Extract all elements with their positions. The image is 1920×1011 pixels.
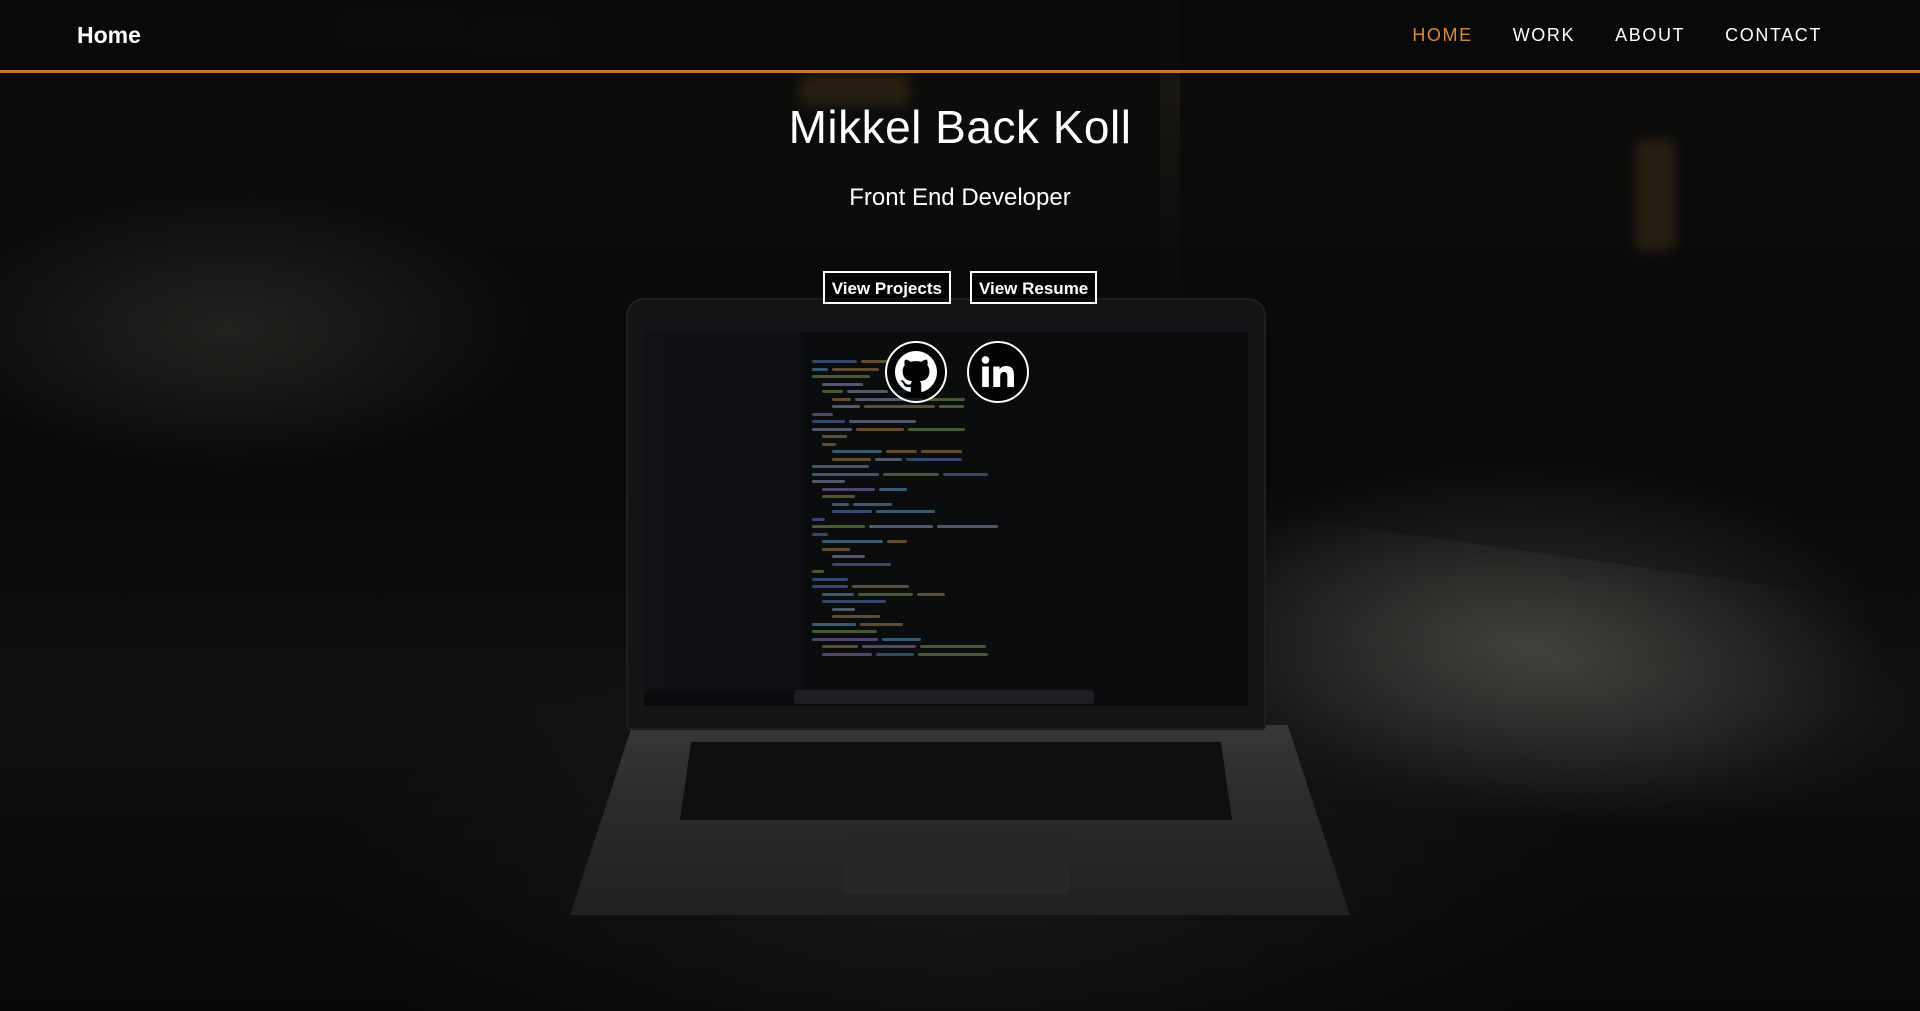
code-line (812, 517, 825, 521)
code-line (822, 495, 855, 498)
editor-activity-bar (644, 332, 666, 692)
code-line (887, 540, 907, 543)
brand-home-link[interactable]: Home (77, 22, 141, 49)
code-line (869, 525, 933, 528)
code-line (822, 540, 883, 543)
code-line (906, 457, 962, 461)
nav-link-work[interactable]: WORK (1513, 25, 1575, 46)
code-line (822, 382, 863, 386)
code-line (822, 547, 850, 551)
code-line (812, 465, 869, 468)
code-line (882, 637, 921, 641)
code-line (812, 532, 828, 536)
code-line (822, 600, 886, 603)
code-line (832, 555, 865, 558)
code-line (812, 637, 878, 641)
laptop-trackpad (845, 832, 1070, 894)
code-line (832, 405, 860, 408)
code-line (812, 420, 845, 423)
code-line (832, 615, 880, 618)
page: Home HOME WORK ABOUT CONTACT Mikkel Back… (0, 0, 1920, 1011)
code-line (832, 562, 891, 566)
code-line (832, 607, 855, 611)
code-line (860, 622, 903, 626)
code-line (858, 592, 913, 596)
code-line (939, 405, 964, 408)
github-icon (895, 351, 937, 392)
code-line (812, 585, 848, 588)
code-line (852, 585, 909, 588)
os-dock (794, 690, 1094, 704)
hero-subtitle: Front End Developer (849, 184, 1071, 211)
code-line (879, 487, 907, 491)
code-line (849, 420, 916, 423)
nav-links: HOME WORK ABOUT CONTACT (1372, 25, 1822, 46)
code-line (921, 450, 962, 453)
code-line (883, 472, 939, 476)
code-line (812, 472, 879, 476)
linkedin-icon (981, 356, 1014, 388)
code-line (812, 622, 856, 626)
linkedin-link[interactable] (967, 341, 1029, 403)
code-line (812, 525, 865, 528)
hero-title: Mikkel Back Koll (788, 101, 1132, 153)
code-line (812, 480, 845, 483)
code-line (812, 360, 857, 363)
code-line (856, 427, 904, 431)
code-line (812, 577, 848, 581)
code-line (812, 570, 824, 573)
nav-link-home[interactable]: HOME (1412, 25, 1472, 46)
nav-link-contact[interactable]: CONTACT (1725, 25, 1822, 46)
code-line (812, 375, 870, 378)
code-line (875, 457, 902, 461)
code-line (918, 652, 988, 656)
code-line (822, 442, 836, 446)
github-link[interactable] (885, 341, 947, 403)
editor-menubar (644, 320, 1248, 332)
code-line (862, 645, 916, 648)
code-line (864, 405, 935, 408)
code-line (832, 397, 851, 401)
view-projects-button[interactable]: View Projects (822, 271, 951, 304)
code-line (847, 390, 888, 393)
code-line (812, 630, 877, 633)
code-line (822, 487, 875, 491)
code-line (822, 435, 847, 438)
code-line (832, 457, 871, 461)
code-line (822, 652, 872, 656)
code-line (853, 502, 892, 506)
code-line (832, 510, 872, 513)
code-line (937, 525, 998, 528)
code-line (886, 450, 917, 453)
editor-explorer (666, 332, 804, 692)
code-line (876, 510, 935, 513)
view-resume-button[interactable]: View Resume (969, 271, 1098, 304)
background-floor (1260, 513, 1920, 867)
code-line (861, 360, 887, 363)
code-line (876, 652, 914, 656)
nav-link-about[interactable]: ABOUT (1615, 25, 1685, 46)
code-line (920, 645, 986, 648)
code-line (917, 592, 945, 596)
code-line (812, 412, 833, 416)
hero-buttons: View Projects View Resume (0, 271, 1920, 304)
navbar: Home HOME WORK ABOUT CONTACT (0, 0, 1920, 73)
laptop-keyboard (680, 742, 1232, 820)
code-line (822, 390, 843, 393)
social-links (885, 341, 1029, 403)
code-line (832, 450, 882, 453)
code-line (908, 427, 965, 431)
code-line (812, 427, 852, 431)
code-line (832, 367, 879, 371)
code-line (832, 502, 849, 506)
code-line (822, 592, 854, 596)
code-line (812, 367, 828, 371)
code-line (822, 645, 858, 648)
code-line (943, 472, 988, 476)
